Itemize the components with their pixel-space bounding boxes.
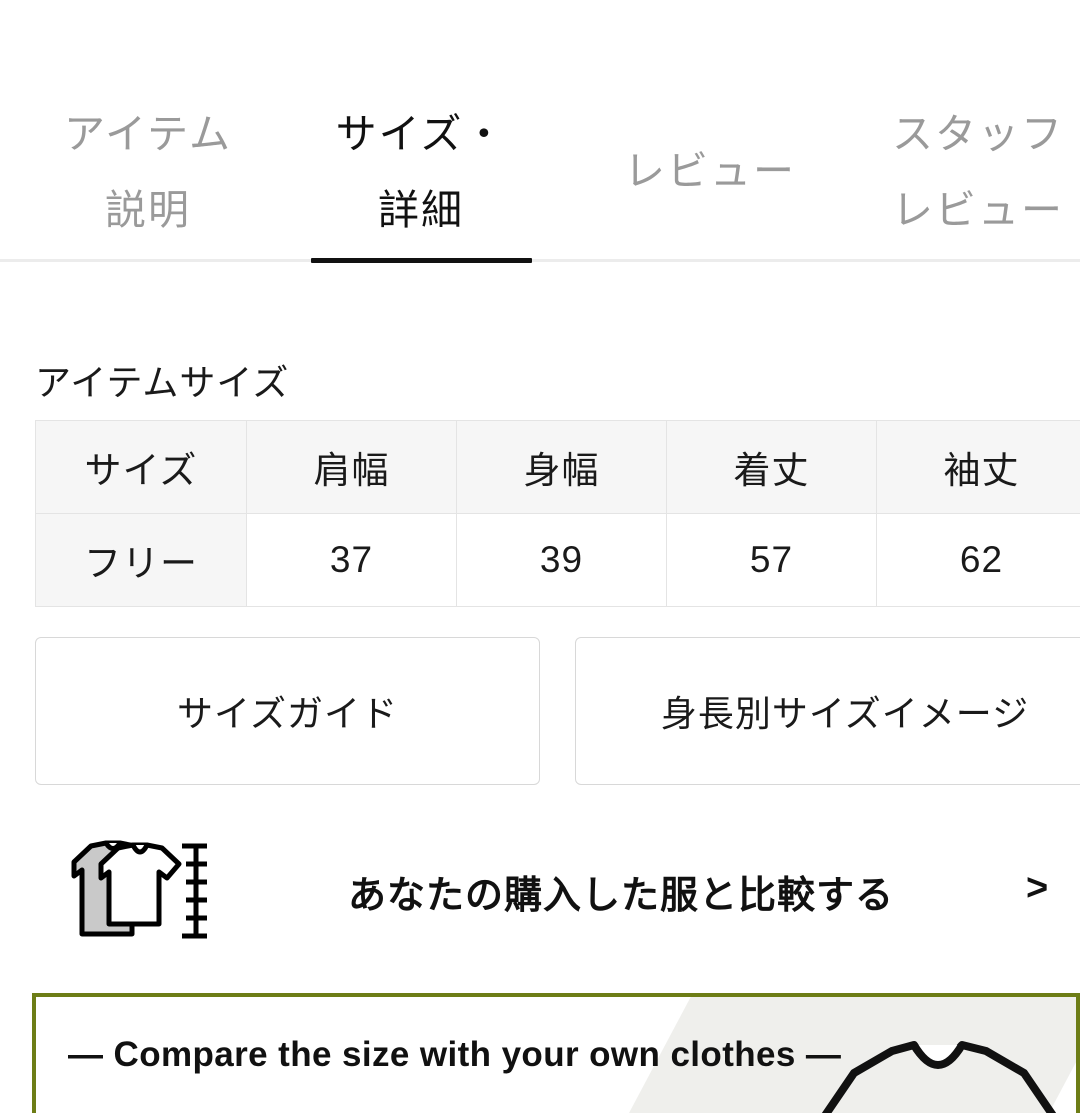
compare-with-own-clothes-row[interactable]: あなたの購入した服と比較する > [0,828,1080,956]
table-cell: フリー [36,514,247,607]
tab-label-line2: 詳細 [378,172,464,248]
table-cell: 39 [457,514,667,607]
size-table-scroll-container[interactable]: サイズ 肩幅 身幅 着丈 袖丈 裄丈 フリー 37 39 57 62 80 [35,420,1080,608]
tab-review[interactable]: レビュー [600,96,820,246]
tab-label-line1: サイズ・ [336,96,507,172]
tshirt-outline-icon [814,1013,1080,1113]
tab-size-detail[interactable]: サイズ・ 詳細 [312,96,530,246]
tab-label-line2: 説明 [105,172,191,248]
tab-bar-divider [0,259,1080,262]
table-header-cell: 身幅 [457,421,667,514]
table-row: フリー 37 39 57 62 80 [36,514,1080,607]
size-table: サイズ 肩幅 身幅 着丈 袖丈 裄丈 フリー 37 39 57 62 80 [35,420,1080,607]
size-guide-button-label: サイズガイド [177,685,398,737]
item-size-heading: アイテムサイズ [35,360,289,406]
tab-label-line1: スタッフ [892,96,1064,172]
tab-label-line1: レビュー [624,133,796,209]
chevron-right-icon[interactable]: > [1026,866,1048,910]
two-tshirts-with-ruler-icon [46,840,208,944]
table-header-cell: 袖丈 [877,421,1080,514]
compare-row-label: あなたの購入した服と比較する [348,864,894,919]
table-cell: 57 [667,514,877,607]
compare-size-banner[interactable]: — Compare the size with your own clothes… [32,993,1080,1113]
table-header-cell: 肩幅 [247,421,457,514]
tab-bar: アイテム 説明 サイズ・ 詳細 レビュー スタッフ レビュー [0,0,1080,262]
tab-label-line2: レビュー [892,172,1064,248]
table-header-cell: サイズ [36,421,247,514]
table-cell: 62 [877,514,1080,607]
height-size-image-button[interactable]: 身長別サイズイメージ [575,637,1080,785]
height-size-image-button-label: 身長別サイズイメージ [661,685,1029,737]
tab-item-description[interactable]: アイテム 説明 [42,96,254,246]
table-header-row: サイズ 肩幅 身幅 着丈 袖丈 裄丈 [36,421,1080,514]
table-header-cell: 着丈 [667,421,877,514]
tab-staff-review[interactable]: スタッフ レビュー [878,96,1078,246]
active-tab-underline [311,258,532,263]
tab-label-line1: アイテム [64,96,232,172]
table-cell: 37 [247,514,457,607]
size-guide-button[interactable]: サイズガイド [35,637,540,785]
banner-headline: — Compare the size with your own clothes… [68,1035,841,1075]
